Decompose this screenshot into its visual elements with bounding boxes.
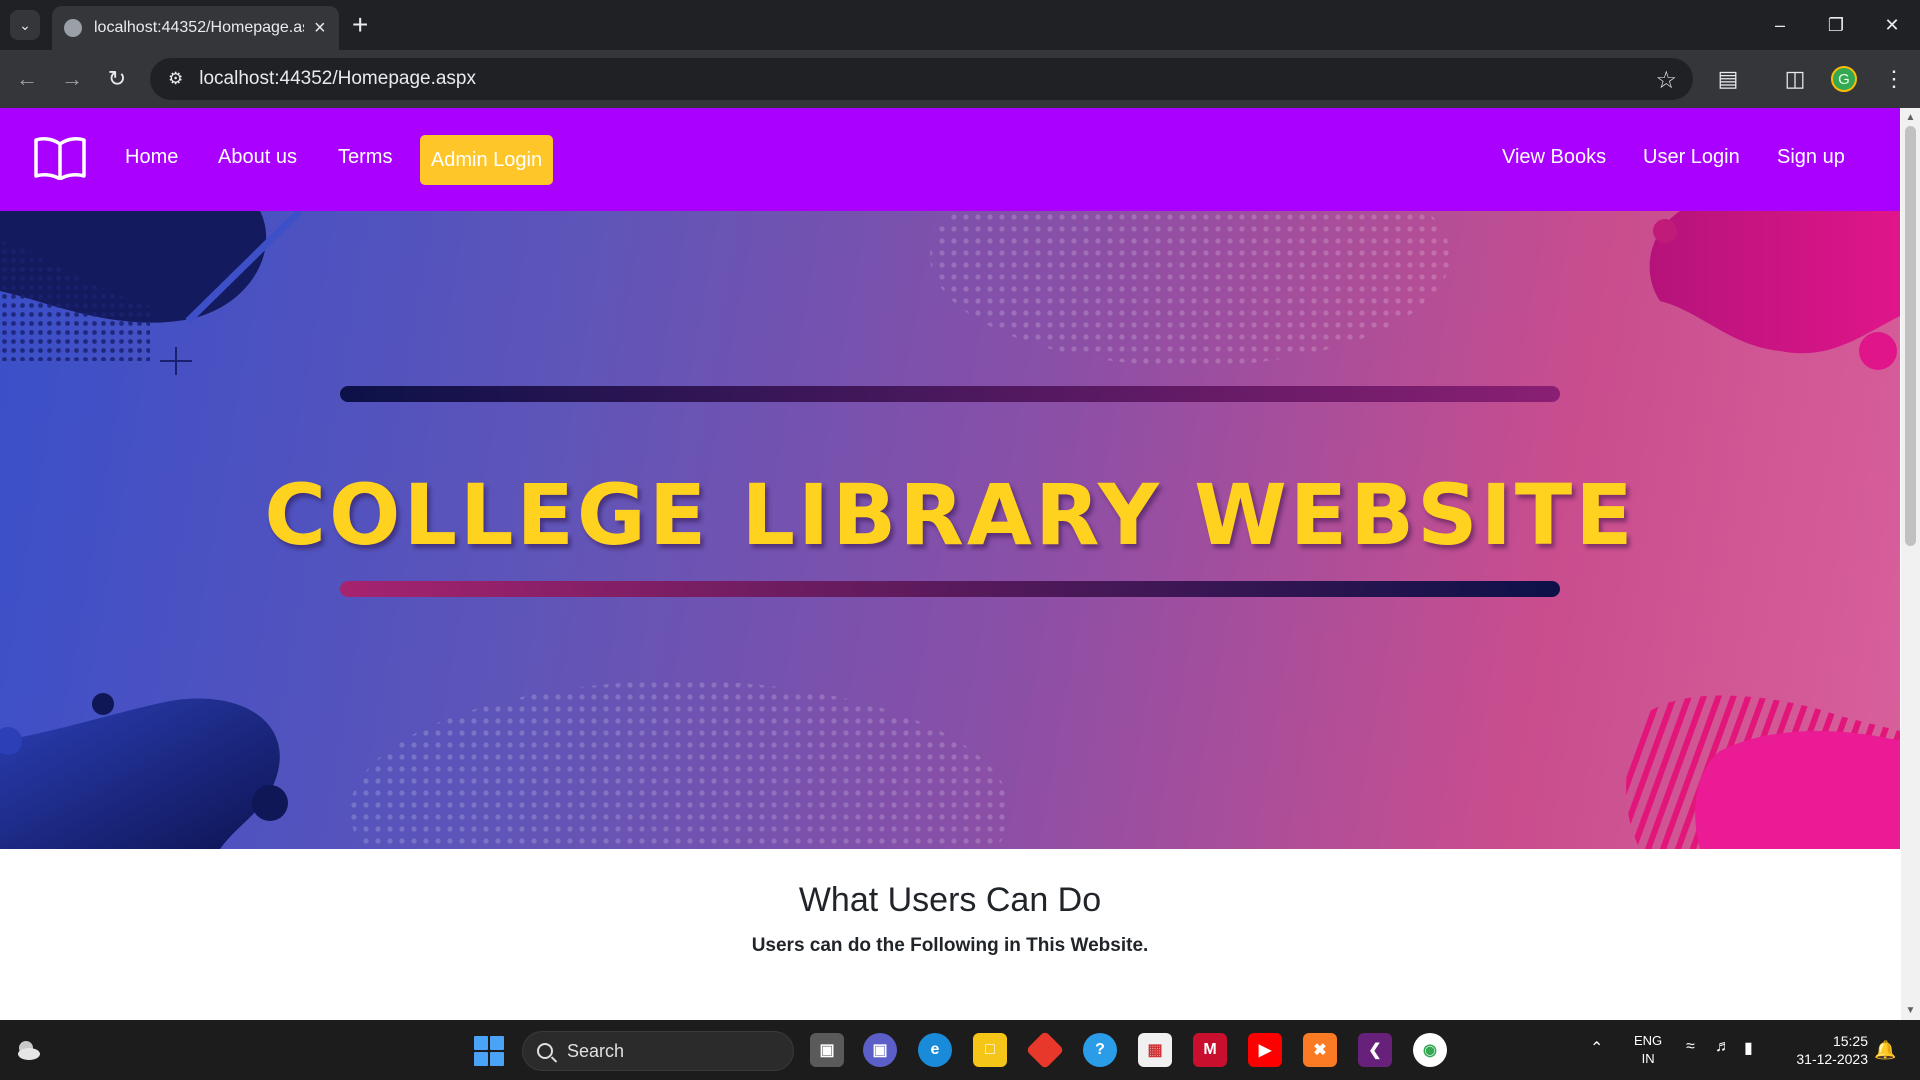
hero-title: COLLEGE LIBRARY WEBSITE xyxy=(264,466,1636,564)
back-button[interactable]: ← xyxy=(12,64,42,94)
windows-taskbar: Search ▣ ▣ e □ ? ▦ M ▶ ✖ ❮ ◉ ⌃ ENG IN ≈ … xyxy=(0,1020,1920,1080)
xampp-icon[interactable]: ✖ xyxy=(1303,1033,1337,1067)
menu-kebab-icon[interactable]: ⋮ xyxy=(1879,64,1909,94)
address-bar[interactable]: ⚙ localhost:44352/Homepage.aspx ☆ xyxy=(150,58,1693,100)
book-logo-icon[interactable] xyxy=(34,136,86,180)
minimize-button[interactable]: – xyxy=(1752,0,1808,50)
close-window-button[interactable]: ✕ xyxy=(1864,0,1920,50)
page-scrollbar[interactable]: ▲ ▼ xyxy=(1901,108,1920,1020)
volume-icon[interactable]: ♬ xyxy=(1715,1038,1731,1056)
file-explorer-icon[interactable]: □ xyxy=(973,1033,1007,1067)
taskbar-search[interactable]: Search xyxy=(522,1031,794,1071)
git-icon[interactable] xyxy=(1025,1030,1065,1070)
extensions-icon[interactable]: ▤ xyxy=(1713,64,1743,94)
new-tab-button[interactable]: + xyxy=(352,9,368,41)
forward-button[interactable]: → xyxy=(57,64,87,94)
clock-time: 15:25 xyxy=(1832,1033,1868,1049)
nav-about-link[interactable]: About us xyxy=(218,146,297,169)
youtube-icon[interactable]: ▶ xyxy=(1248,1033,1282,1067)
page-viewport: Home About us Terms Admin Login View Boo… xyxy=(0,108,1920,1020)
nav-view-books-link[interactable]: View Books xyxy=(1502,146,1606,169)
nav-home-link[interactable]: Home xyxy=(125,146,178,169)
nav-user-login-link[interactable]: User Login xyxy=(1643,146,1740,169)
features-subtitle: Users can do the Following in This Websi… xyxy=(751,935,1149,956)
weather-icon[interactable] xyxy=(14,1036,42,1064)
region-code: IN xyxy=(1641,1051,1655,1066)
site-info-icon[interactable]: ⚙ xyxy=(168,69,183,89)
show-hidden-icons-icon[interactable]: ⌃ xyxy=(1590,1038,1603,1058)
reload-button[interactable]: ↻ xyxy=(102,64,132,94)
nav-terms-link[interactable]: Terms xyxy=(338,146,392,169)
url-text[interactable]: localhost:44352/Homepage.aspx xyxy=(199,68,476,90)
clock-date: 31-12-2023 xyxy=(1796,1051,1868,1067)
browser-tab-active[interactable]: localhost:44352/Homepage.asp × xyxy=(52,6,339,50)
battery-icon[interactable]: ▮ xyxy=(1744,1038,1753,1058)
store-icon[interactable]: ▦ xyxy=(1138,1033,1172,1067)
features-section: What Users Can Do Users can do the Follo… xyxy=(0,849,1900,1020)
language-indicator[interactable]: ENG IN xyxy=(1634,1032,1662,1068)
scroll-down-arrow-icon[interactable]: ▼ xyxy=(1904,1005,1917,1018)
task-view-icon[interactable]: ▣ xyxy=(810,1033,844,1067)
language-code: ENG xyxy=(1634,1033,1663,1048)
chat-icon[interactable]: ▣ xyxy=(863,1033,897,1067)
profile-initial: G xyxy=(1831,66,1857,92)
mcafee-icon[interactable]: M xyxy=(1193,1033,1227,1067)
profile-avatar[interactable]: G xyxy=(1829,64,1859,94)
hero-bottom-bar xyxy=(340,581,1560,597)
features-title: What Users Can Do xyxy=(798,881,1102,919)
tab-search-button[interactable]: ⌄ xyxy=(10,10,40,40)
visual-studio-icon[interactable]: ❮ xyxy=(1358,1033,1392,1067)
hero-banner: COLLEGE LIBRARY WEBSITE xyxy=(0,211,1900,849)
bookmark-star-icon[interactable]: ☆ xyxy=(1655,66,1677,95)
globe-icon xyxy=(64,19,82,37)
admin-login-button[interactable]: Admin Login xyxy=(420,135,553,185)
notification-bell-icon[interactable]: 🔔 xyxy=(1874,1040,1896,1061)
site-navbar: Home About us Terms Admin Login View Boo… xyxy=(0,108,1900,211)
window-controls: – ❐ ✕ xyxy=(1752,0,1920,50)
chrome-icon[interactable]: ◉ xyxy=(1413,1033,1447,1067)
scroll-up-arrow-icon[interactable]: ▲ xyxy=(1904,112,1917,125)
restore-button[interactable]: ❐ xyxy=(1808,0,1864,50)
edge-icon[interactable]: e xyxy=(918,1033,952,1067)
close-tab-icon[interactable]: × xyxy=(314,17,326,40)
browser-tab-strip: ⌄ localhost:44352/Homepage.asp × + – ❐ ✕ xyxy=(0,0,1920,50)
tab-title: localhost:44352/Homepage.asp xyxy=(94,19,304,36)
browser-toolbar: ← → ↻ ⚙ localhost:44352/Homepage.aspx ☆ … xyxy=(0,50,1920,108)
nav-sign-up-link[interactable]: Sign up xyxy=(1777,146,1845,169)
clock[interactable]: 15:25 31-12-2023 xyxy=(1780,1032,1868,1068)
scrollbar-thumb[interactable] xyxy=(1905,126,1916,546)
search-icon xyxy=(537,1043,553,1059)
taskbar-search-placeholder: Search xyxy=(567,1040,625,1061)
start-button[interactable] xyxy=(474,1036,504,1066)
wifi-icon[interactable]: ≈ xyxy=(1686,1038,1695,1056)
help-icon[interactable]: ? xyxy=(1083,1033,1117,1067)
side-panel-icon[interactable]: ◫ xyxy=(1780,64,1810,94)
hero-top-bar xyxy=(340,386,1560,402)
